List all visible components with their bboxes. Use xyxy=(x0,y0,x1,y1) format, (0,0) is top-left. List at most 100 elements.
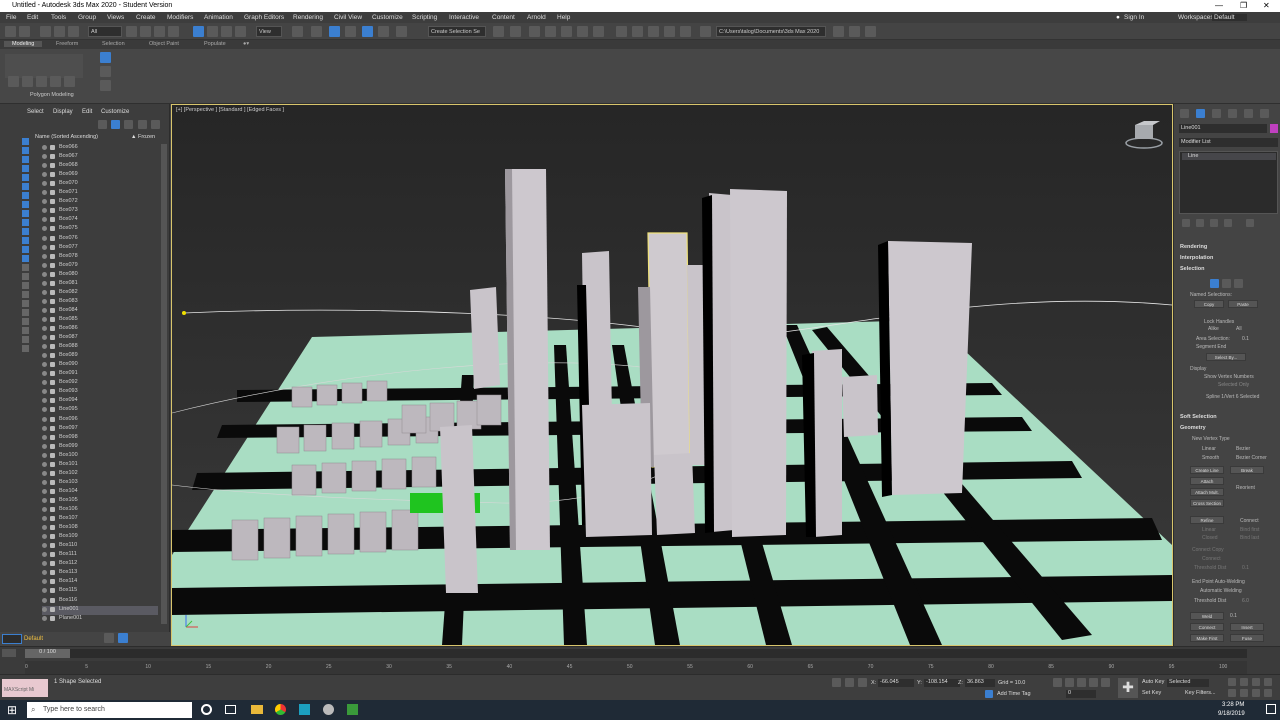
connect-button[interactable]: Connect xyxy=(1190,623,1224,631)
object-row[interactable]: Box096 xyxy=(42,416,158,425)
area-selection-checkbox[interactable]: Area Selection: xyxy=(1196,336,1230,342)
menu-rendering[interactable]: Rendering xyxy=(293,14,323,21)
visibility-icon[interactable] xyxy=(42,552,47,558)
visibility-icon[interactable] xyxy=(42,316,47,322)
mirror-icon[interactable] xyxy=(493,26,504,37)
visibility-icon[interactable] xyxy=(42,145,47,150)
a360-gallery-icon[interactable] xyxy=(680,26,691,37)
weld-value[interactable]: 0.1 xyxy=(1230,613,1237,619)
taskbar-search[interactable]: ⌕ Type here to search xyxy=(27,702,192,718)
explorer-filter-icon[interactable] xyxy=(22,318,29,325)
explorer-filter-icon[interactable] xyxy=(22,282,29,289)
visibility-icon[interactable] xyxy=(42,307,47,313)
visibility-icon[interactable] xyxy=(42,199,47,205)
select-manipulate-icon[interactable] xyxy=(311,26,322,37)
object-row[interactable]: Box082 xyxy=(42,289,158,298)
bind-first-checkbox[interactable]: Bind first xyxy=(1240,527,1259,533)
render-setup-icon[interactable] xyxy=(616,26,627,37)
visibility-icon[interactable] xyxy=(42,516,47,522)
menu-graph-editors[interactable]: Graph Editors xyxy=(244,14,284,21)
object-row[interactable]: Box076 xyxy=(42,235,158,244)
modify-tab-icon[interactable] xyxy=(1196,109,1205,118)
chrome-icon[interactable] xyxy=(275,704,286,715)
object-row[interactable]: Box088 xyxy=(42,343,158,352)
visibility-icon[interactable] xyxy=(42,371,47,377)
selection-region-icon[interactable] xyxy=(154,26,165,37)
insert-button[interactable]: Insert xyxy=(1230,623,1264,631)
name-column-header[interactable]: Name (Sorted Ascending) xyxy=(35,134,98,140)
object-color-swatch[interactable] xyxy=(1270,124,1278,133)
material-editor-icon[interactable] xyxy=(593,26,604,37)
undo-icon[interactable] xyxy=(5,26,16,37)
ribbon-pin-icon[interactable] xyxy=(100,52,111,63)
project-settings-icon[interactable] xyxy=(865,26,876,37)
explorer-scrollbar[interactable] xyxy=(161,144,167,624)
break-button[interactable]: Break xyxy=(1230,466,1264,474)
threshold-dist-value[interactable]: 6.0 xyxy=(1242,598,1249,604)
visibility-icon[interactable] xyxy=(42,588,47,594)
visibility-icon[interactable] xyxy=(42,398,47,404)
visibility-icon[interactable] xyxy=(42,163,47,169)
object-row[interactable]: Box075 xyxy=(42,225,158,234)
timeline-collapse-icon[interactable] xyxy=(2,649,16,657)
go-to-end-icon[interactable] xyxy=(1101,678,1110,687)
display-tab-icon[interactable] xyxy=(1244,109,1253,118)
tab-populate[interactable]: Populate xyxy=(204,41,226,47)
menu-tools[interactable]: Tools xyxy=(51,14,66,21)
isolate-selection-icon[interactable] xyxy=(832,678,841,687)
rendered-frame-window-icon[interactable] xyxy=(632,26,643,37)
time-tag-icon[interactable] xyxy=(985,690,993,698)
attach-button[interactable]: Attach xyxy=(1190,477,1224,485)
rotate-icon[interactable] xyxy=(207,26,218,37)
menu-help[interactable]: Help xyxy=(557,14,570,21)
auto-key-button[interactable]: Auto Key xyxy=(1142,679,1164,685)
zoom-icon[interactable] xyxy=(1228,678,1236,686)
object-row[interactable]: Box070 xyxy=(42,180,158,189)
explorer-filter-icon[interactable] xyxy=(22,327,29,334)
visibility-icon[interactable] xyxy=(42,507,47,512)
file-explorer-icon[interactable] xyxy=(251,705,263,714)
bezier-radio[interactable]: Bezier xyxy=(1236,446,1250,452)
object-row[interactable]: Box112 xyxy=(42,560,158,569)
visibility-icon[interactable] xyxy=(42,389,47,395)
linear-checkbox[interactable]: Linear xyxy=(1202,527,1216,533)
layer-explorer-mode-icon[interactable] xyxy=(118,633,128,643)
play-icon[interactable] xyxy=(1077,678,1086,687)
object-row[interactable]: Box107 xyxy=(42,515,158,524)
visibility-icon[interactable] xyxy=(42,271,47,277)
scene-render[interactable] xyxy=(172,105,1172,645)
object-row[interactable]: Box085 xyxy=(42,316,158,325)
object-row[interactable]: Box069 xyxy=(42,171,158,180)
object-row[interactable]: Box086 xyxy=(42,325,158,334)
selection-filter-dropdown[interactable]: All xyxy=(88,26,122,37)
object-row[interactable]: Plane001 xyxy=(42,615,158,624)
zoom-extents-icon[interactable] xyxy=(1252,678,1260,686)
x-coordinate[interactable]: -66.045 xyxy=(878,679,914,687)
object-row[interactable]: Box094 xyxy=(42,397,158,406)
connect-copy-checkbox[interactable]: Connect xyxy=(1202,556,1221,562)
rollout-interpolation[interactable]: Interpolation xyxy=(1180,255,1213,261)
visibility-icon[interactable] xyxy=(42,280,47,286)
tab-modeling[interactable]: Modeling xyxy=(4,41,43,47)
menu-animation[interactable]: Animation xyxy=(204,14,233,21)
visibility-icon[interactable] xyxy=(42,289,47,295)
project-open-icon[interactable] xyxy=(849,26,860,37)
absolute-mode-icon[interactable] xyxy=(858,678,867,687)
make-first-button[interactable]: Make First xyxy=(1190,634,1224,642)
object-row[interactable]: Box089 xyxy=(42,352,158,361)
edge-mode-icon[interactable] xyxy=(36,76,47,87)
menu-customize[interactable]: Customize xyxy=(372,14,403,21)
explorer-tab-select[interactable]: Select xyxy=(27,109,44,115)
visibility-icon[interactable] xyxy=(42,416,47,422)
user-icon[interactable]: ● xyxy=(1116,14,1120,21)
render-production-icon[interactable] xyxy=(648,26,659,37)
object-row[interactable]: Line001 xyxy=(42,605,158,615)
show-vertex-numbers-checkbox[interactable]: Show Vertex Numbers xyxy=(1204,374,1254,380)
windows-start-icon[interactable]: ⊞ xyxy=(7,703,17,717)
object-row[interactable]: Box080 xyxy=(42,271,158,280)
object-row[interactable]: Box106 xyxy=(42,506,158,515)
layer-toggle-icon[interactable] xyxy=(2,634,22,644)
reference-coordinate-dropdown[interactable]: View xyxy=(256,26,282,37)
explorer-filter-icon[interactable] xyxy=(22,291,29,298)
percent-snap-icon[interactable] xyxy=(362,26,373,37)
